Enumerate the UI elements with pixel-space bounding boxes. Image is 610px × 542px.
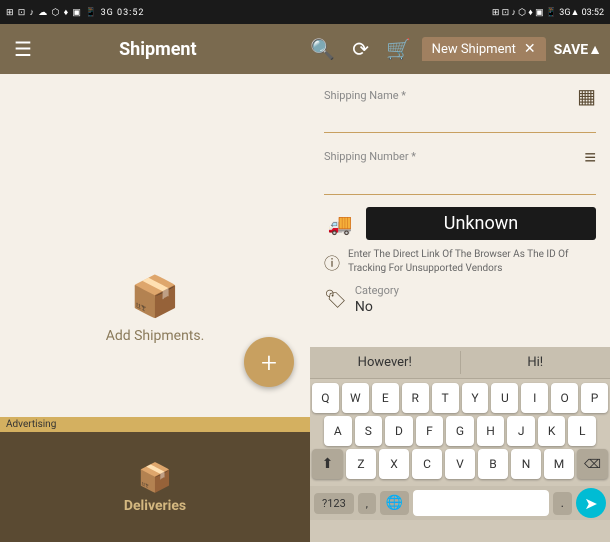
key-h[interactable]: H <box>477 416 505 446</box>
advertising-bar: Advertising <box>0 417 310 432</box>
key-r[interactable]: R <box>402 383 429 413</box>
key-q[interactable]: Q <box>312 383 339 413</box>
add-shipments-area: 📦 Add Shipments. <box>106 273 205 344</box>
key-f[interactable]: F <box>416 416 444 446</box>
info-icon: ⓘ <box>324 250 340 274</box>
form-area: Shipping Name * ▦ Shipping Number * ≡ 🚚 … <box>310 74 610 347</box>
barcode-icon[interactable]: ≡ <box>584 145 596 170</box>
shipping-name-input[interactable] <box>324 108 596 133</box>
period-button[interactable]: . <box>553 492 572 515</box>
tag-icon: 🏷 <box>324 289 347 310</box>
left-panel: 📦 Add Shipments. + Advertising 📦 Deliver… <box>0 74 310 542</box>
new-shipment-tab[interactable]: New Shipment ✕ <box>422 37 546 61</box>
key-w[interactable]: W <box>342 383 369 413</box>
key-l[interactable]: L <box>568 416 596 446</box>
bottom-nav: 📦 Deliveries <box>0 432 310 542</box>
vendor-row: 🚚 Unknown <box>324 207 596 240</box>
deliveries-icon: 📦 <box>138 461 173 494</box>
key-m[interactable]: M <box>544 449 574 479</box>
backspace-key[interactable]: ⌫ <box>577 449 608 479</box>
key-g[interactable]: G <box>446 416 474 446</box>
deliveries-label: Deliveries <box>124 498 186 514</box>
key-x[interactable]: X <box>379 449 409 479</box>
send-button[interactable]: ➤ <box>576 488 606 518</box>
key-b[interactable]: B <box>478 449 508 479</box>
fab-icon: + <box>261 346 277 379</box>
shipping-number-group: Shipping Number * ≡ <box>324 145 596 195</box>
comma-button[interactable]: , <box>358 493 376 514</box>
category-label: Category <box>355 284 399 297</box>
keyboard-area: However! Hi! Q W E R T Y U I O P <box>310 347 610 542</box>
key-y[interactable]: Y <box>462 383 489 413</box>
status-bar: ⊞ ⊡ ♪ ☁ ⬡ ♦ ▣ 📱 3G 03:52 ⊞ ⊡ ♪ ⬡ ♦ ▣ 📱 3… <box>0 0 610 24</box>
add-shipments-text: Add Shipments. <box>106 328 205 344</box>
space-bar[interactable] <box>413 490 548 516</box>
key-t[interactable]: T <box>432 383 459 413</box>
shipping-name-label: Shipping Name * <box>324 89 406 102</box>
keyboard-bottom: ?123 , 🌐 . ➤ <box>310 486 610 520</box>
deliveries-nav-item[interactable]: 📦 Deliveries <box>124 461 186 514</box>
numbers-button[interactable]: ?123 <box>314 493 354 514</box>
key-a[interactable]: A <box>324 416 352 446</box>
category-value: No <box>355 299 399 315</box>
shift-key[interactable]: ⬆ <box>312 449 343 479</box>
key-v[interactable]: V <box>445 449 475 479</box>
right-panel: Shipping Name * ▦ Shipping Number * ≡ 🚚 … <box>310 74 610 542</box>
key-row-3: ⬆ Z X C V B N M ⌫ <box>312 449 608 479</box>
status-right: ⊞ ⊡ ♪ ⬡ ♦ ▣ 📱 3G▲ 03:52 <box>492 7 604 18</box>
key-n[interactable]: N <box>511 449 541 479</box>
unknown-badge: Unknown <box>366 207 596 240</box>
keyboard-keys: Q W E R T Y U I O P A S D F G <box>310 379 610 486</box>
shipping-number-input[interactable] <box>324 170 596 195</box>
search-icon[interactable]: 🔍 <box>308 37 338 61</box>
key-j[interactable]: J <box>507 416 535 446</box>
main-content: 📦 Add Shipments. + Advertising 📦 Deliver… <box>0 74 610 542</box>
key-o[interactable]: O <box>551 383 578 413</box>
truck-icon: 🚚 <box>324 208 356 240</box>
cart-icon[interactable]: 🛒 <box>384 37 414 61</box>
suggestion-however[interactable]: However! <box>310 351 461 374</box>
status-icons-right: ⊞ ⊡ ♪ ⬡ ♦ ▣ 📱 3G▲ 03:52 <box>492 7 604 18</box>
key-row-1: Q W E R T Y U I O P <box>312 383 608 413</box>
shipping-number-label: Shipping Number * <box>324 150 416 163</box>
add-shipment-fab[interactable]: + <box>244 337 294 387</box>
keyboard-suggestions: However! Hi! <box>310 347 610 379</box>
key-c[interactable]: C <box>412 449 442 479</box>
key-s[interactable]: S <box>355 416 383 446</box>
status-icons-left: ⊞ ⊡ ♪ ☁ ⬡ ♦ ▣ 📱 3G 03:52 <box>6 7 144 18</box>
qr-icon[interactable]: ▦ <box>577 84 596 108</box>
info-row: ⓘ Enter The Direct Link Of The Browser A… <box>324 248 596 276</box>
close-tab-icon[interactable]: ✕ <box>524 41 536 57</box>
key-u[interactable]: U <box>491 383 518 413</box>
shipping-name-group: Shipping Name * ▦ <box>324 84 596 133</box>
key-e[interactable]: E <box>372 383 399 413</box>
key-z[interactable]: Z <box>346 449 376 479</box>
suggestion-hi[interactable]: Hi! <box>461 351 610 374</box>
info-text: Enter The Direct Link Of The Browser As … <box>348 248 596 276</box>
key-k[interactable]: K <box>538 416 566 446</box>
key-p[interactable]: P <box>581 383 608 413</box>
category-row: 🏷 Category No <box>324 284 596 315</box>
refresh-icon[interactable]: ⟳ <box>346 37 376 61</box>
send-icon: ➤ <box>584 494 597 513</box>
app-title: Shipment <box>16 39 300 60</box>
advertising-label: Advertising <box>6 419 56 430</box>
package-icon: 📦 <box>130 273 180 320</box>
key-i[interactable]: I <box>521 383 548 413</box>
globe-icon[interactable]: 🌐 <box>380 491 409 515</box>
status-left: ⊞ ⊡ ♪ ☁ ⬡ ♦ ▣ 📱 3G 03:52 <box>6 7 144 18</box>
toolbar: ☰ Shipment 🔍 ⟳ 🛒 New Shipment ✕ SAVE▲ <box>0 24 610 74</box>
new-shipment-label: New Shipment <box>432 42 516 57</box>
key-d[interactable]: D <box>385 416 413 446</box>
key-row-2: A S D F G H J K L <box>312 416 608 446</box>
save-button[interactable]: SAVE▲ <box>554 41 602 58</box>
